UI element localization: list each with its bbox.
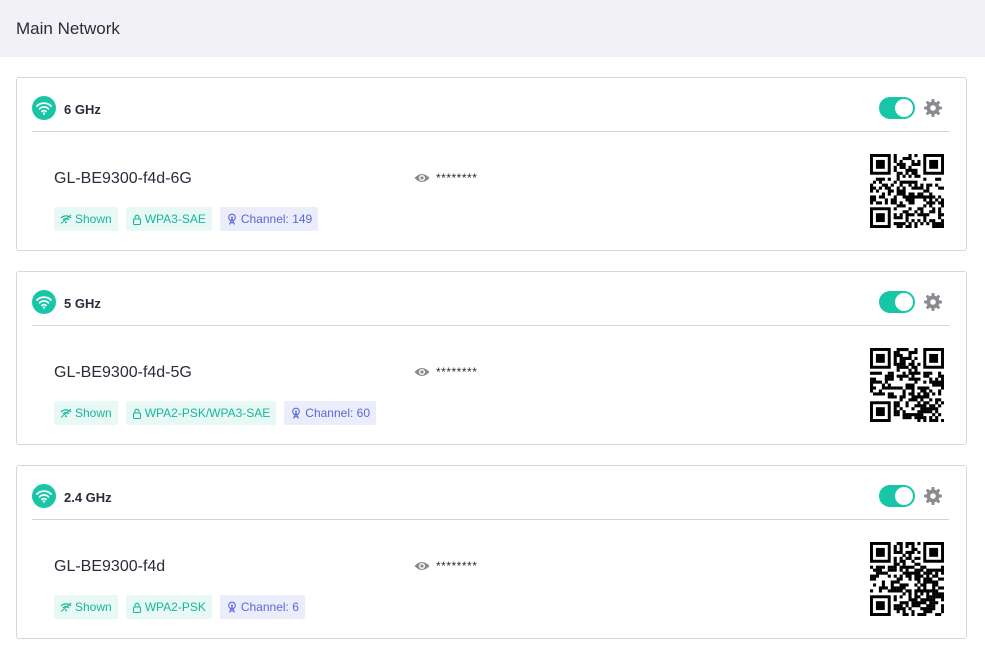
eye-icon[interactable] — [414, 172, 430, 184]
channel-tag: Channel: 149 — [219, 207, 319, 231]
band-label: 5 GHz — [64, 296, 101, 311]
wifi-icon — [32, 484, 56, 508]
toggle-knob — [895, 293, 913, 311]
security-tag: WPA2-PSK/WPA3-SAE — [125, 401, 277, 425]
toggle-knob — [895, 487, 913, 505]
channel-tag: Channel: 6 — [219, 595, 305, 619]
visibility-tag: Shown — [54, 595, 118, 619]
visibility-text: Shown — [75, 212, 112, 226]
password-masked: ******** — [436, 365, 478, 379]
tag-row: Shown WPA2-PSK/WPA3-SAE Channel: 60 — [54, 401, 377, 425]
security-text: WPA2-PSK/WPA3-SAE — [144, 406, 271, 420]
channel-text: Channel: 149 — [240, 212, 313, 226]
page-header: Main Network — [0, 0, 985, 57]
visibility-tag: Shown — [54, 207, 118, 231]
ssid-text: GL-BE9300-f4d — [54, 558, 166, 575]
wifi-icon — [32, 96, 56, 120]
lock-icon — [132, 408, 141, 419]
ssid-text: GL-BE9300-f4d-5G — [54, 364, 192, 381]
broadcast-icon — [60, 602, 72, 612]
wifi-icon — [32, 290, 56, 314]
tag-row: Shown WPA3-SAE Channel: 149 — [54, 207, 319, 231]
eye-icon[interactable] — [414, 560, 430, 572]
password-field: ******** — [414, 559, 477, 573]
password-field: ******** — [414, 365, 477, 379]
enable-toggle[interactable] — [879, 485, 915, 507]
password-masked: ******** — [436, 559, 478, 573]
eye-icon[interactable] — [414, 366, 430, 378]
visibility-text: Shown — [75, 406, 112, 420]
band-label: 2.4 GHz — [64, 490, 112, 505]
visibility-text: Shown — [75, 600, 112, 614]
qr-code-icon[interactable] — [870, 542, 944, 616]
page-title: Main Network — [16, 18, 120, 38]
network-list: 6 GHz GL-BE9300-f4d-6G ******** Shown WP… — [0, 57, 985, 639]
broadcast-icon — [60, 214, 72, 224]
network-card-5ghz: 5 GHz GL-BE9300-f4d-5G ******** Shown WP… — [16, 271, 967, 445]
network-card-2-4ghz: 2.4 GHz GL-BE9300-f4d ******** Shown WPA… — [16, 465, 967, 639]
enable-toggle[interactable] — [879, 97, 915, 119]
security-tag: WPA3-SAE — [125, 207, 212, 231]
security-tag: WPA2-PSK — [125, 595, 212, 619]
card-header: 5 GHz — [32, 289, 949, 326]
tag-row: Shown WPA2-PSK Channel: 6 — [54, 595, 305, 619]
gear-icon[interactable] — [923, 486, 943, 506]
qr-code-icon[interactable] — [870, 348, 944, 422]
channel-text: Channel: 60 — [305, 406, 371, 420]
lock-icon — [132, 602, 141, 613]
antenna-icon — [292, 407, 301, 419]
gear-icon[interactable] — [923, 292, 943, 312]
antenna-icon — [227, 601, 236, 613]
password-masked: ******** — [436, 171, 478, 185]
password-field: ******** — [414, 171, 477, 185]
ssid-text: GL-BE9300-f4d-6G — [54, 170, 192, 187]
visibility-tag: Shown — [54, 401, 118, 425]
card-header: 6 GHz — [32, 95, 949, 132]
security-text: WPA3-SAE — [144, 212, 206, 226]
channel-text: Channel: 6 — [240, 600, 299, 614]
security-text: WPA2-PSK — [144, 600, 206, 614]
lock-icon — [132, 214, 141, 225]
channel-tag: Channel: 60 — [284, 401, 377, 425]
card-header: 2.4 GHz — [32, 483, 949, 520]
broadcast-icon — [60, 408, 72, 418]
band-label: 6 GHz — [64, 102, 101, 117]
network-card-6ghz: 6 GHz GL-BE9300-f4d-6G ******** Shown WP… — [16, 77, 967, 251]
toggle-knob — [895, 99, 913, 117]
antenna-icon — [227, 213, 236, 225]
gear-icon[interactable] — [923, 98, 943, 118]
qr-code-icon[interactable] — [870, 154, 944, 228]
enable-toggle[interactable] — [879, 291, 915, 313]
